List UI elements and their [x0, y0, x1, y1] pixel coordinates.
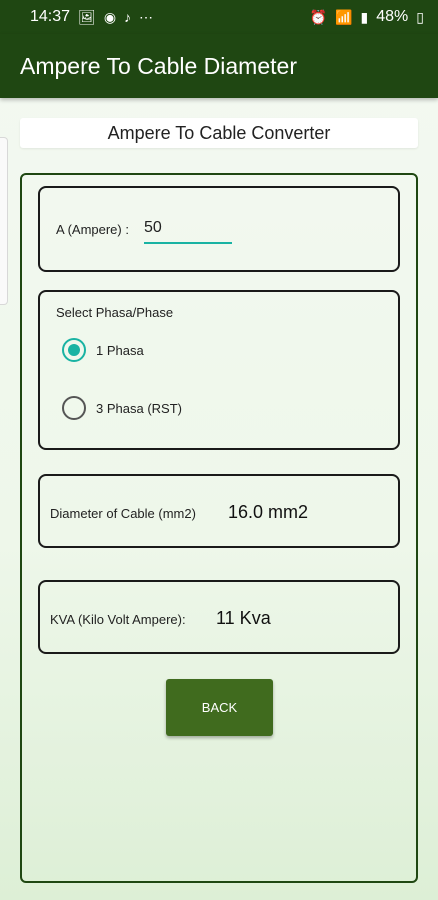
battery-icon: ▯ [416, 9, 424, 25]
gallery-icon: 🖼 [78, 9, 96, 25]
radio-checked-icon[interactable] [62, 338, 86, 362]
kva-value: 11 Kva [216, 608, 271, 628]
ampere-input[interactable] [144, 214, 232, 244]
phase-option-3[interactable]: 3 Phasa (RST) [62, 396, 182, 420]
tiktok-icon: ♪ [124, 9, 132, 25]
status-left: 14:37 🖼 ◉ ♪ ⋯ [30, 8, 153, 26]
app-bar: Ampere To Cable Diameter [0, 34, 438, 98]
phase-option-label: 3 Phasa (RST) [96, 400, 182, 416]
status-bar: 14:37 🖼 ◉ ♪ ⋯ ⏰ 📶 ▮ 48% ▯ [0, 0, 438, 34]
instagram-icon: ◉ [103, 9, 117, 25]
back-button[interactable]: BACK [166, 679, 273, 736]
ampere-label: A (Ampere) : [56, 222, 129, 237]
signal-icon: ▮ [360, 9, 369, 25]
diameter-value: 16.0 mm2 [228, 502, 309, 522]
ampere-card: A (Ampere) : [38, 186, 400, 272]
status-time: 14:37 [30, 8, 71, 25]
status-right: ⏰ 📶 ▮ 48% ▯ [310, 8, 424, 26]
alarm-icon: ⏰ [309, 9, 328, 25]
more-icon: ⋯ [139, 9, 154, 25]
app-title: Ampere To Cable Diameter [20, 52, 297, 79]
wifi-icon: 📶 [335, 9, 353, 25]
phase-option-label: 1 Phasa [96, 342, 144, 358]
side-edge-panel [0, 137, 8, 305]
battery-percent: 48% [376, 8, 409, 25]
phase-option-1[interactable]: 1 Phasa [62, 338, 144, 362]
phase-card: Select Phasa/Phase 1 Phasa 3 Phasa (RST) [38, 290, 400, 450]
kva-label: KVA (Kilo Volt Ampere): [50, 612, 186, 627]
page-subtitle: Ampere To Cable Converter [20, 118, 418, 148]
diameter-label: Diameter of Cable (mm2) [50, 506, 196, 521]
radio-unchecked-icon[interactable] [62, 396, 86, 420]
phase-title: Select Phasa/Phase [56, 305, 174, 320]
kva-card: KVA (Kilo Volt Ampere): 11 Kva [38, 580, 400, 654]
diameter-card: Diameter of Cable (mm2) 16.0 mm2 [38, 474, 400, 548]
